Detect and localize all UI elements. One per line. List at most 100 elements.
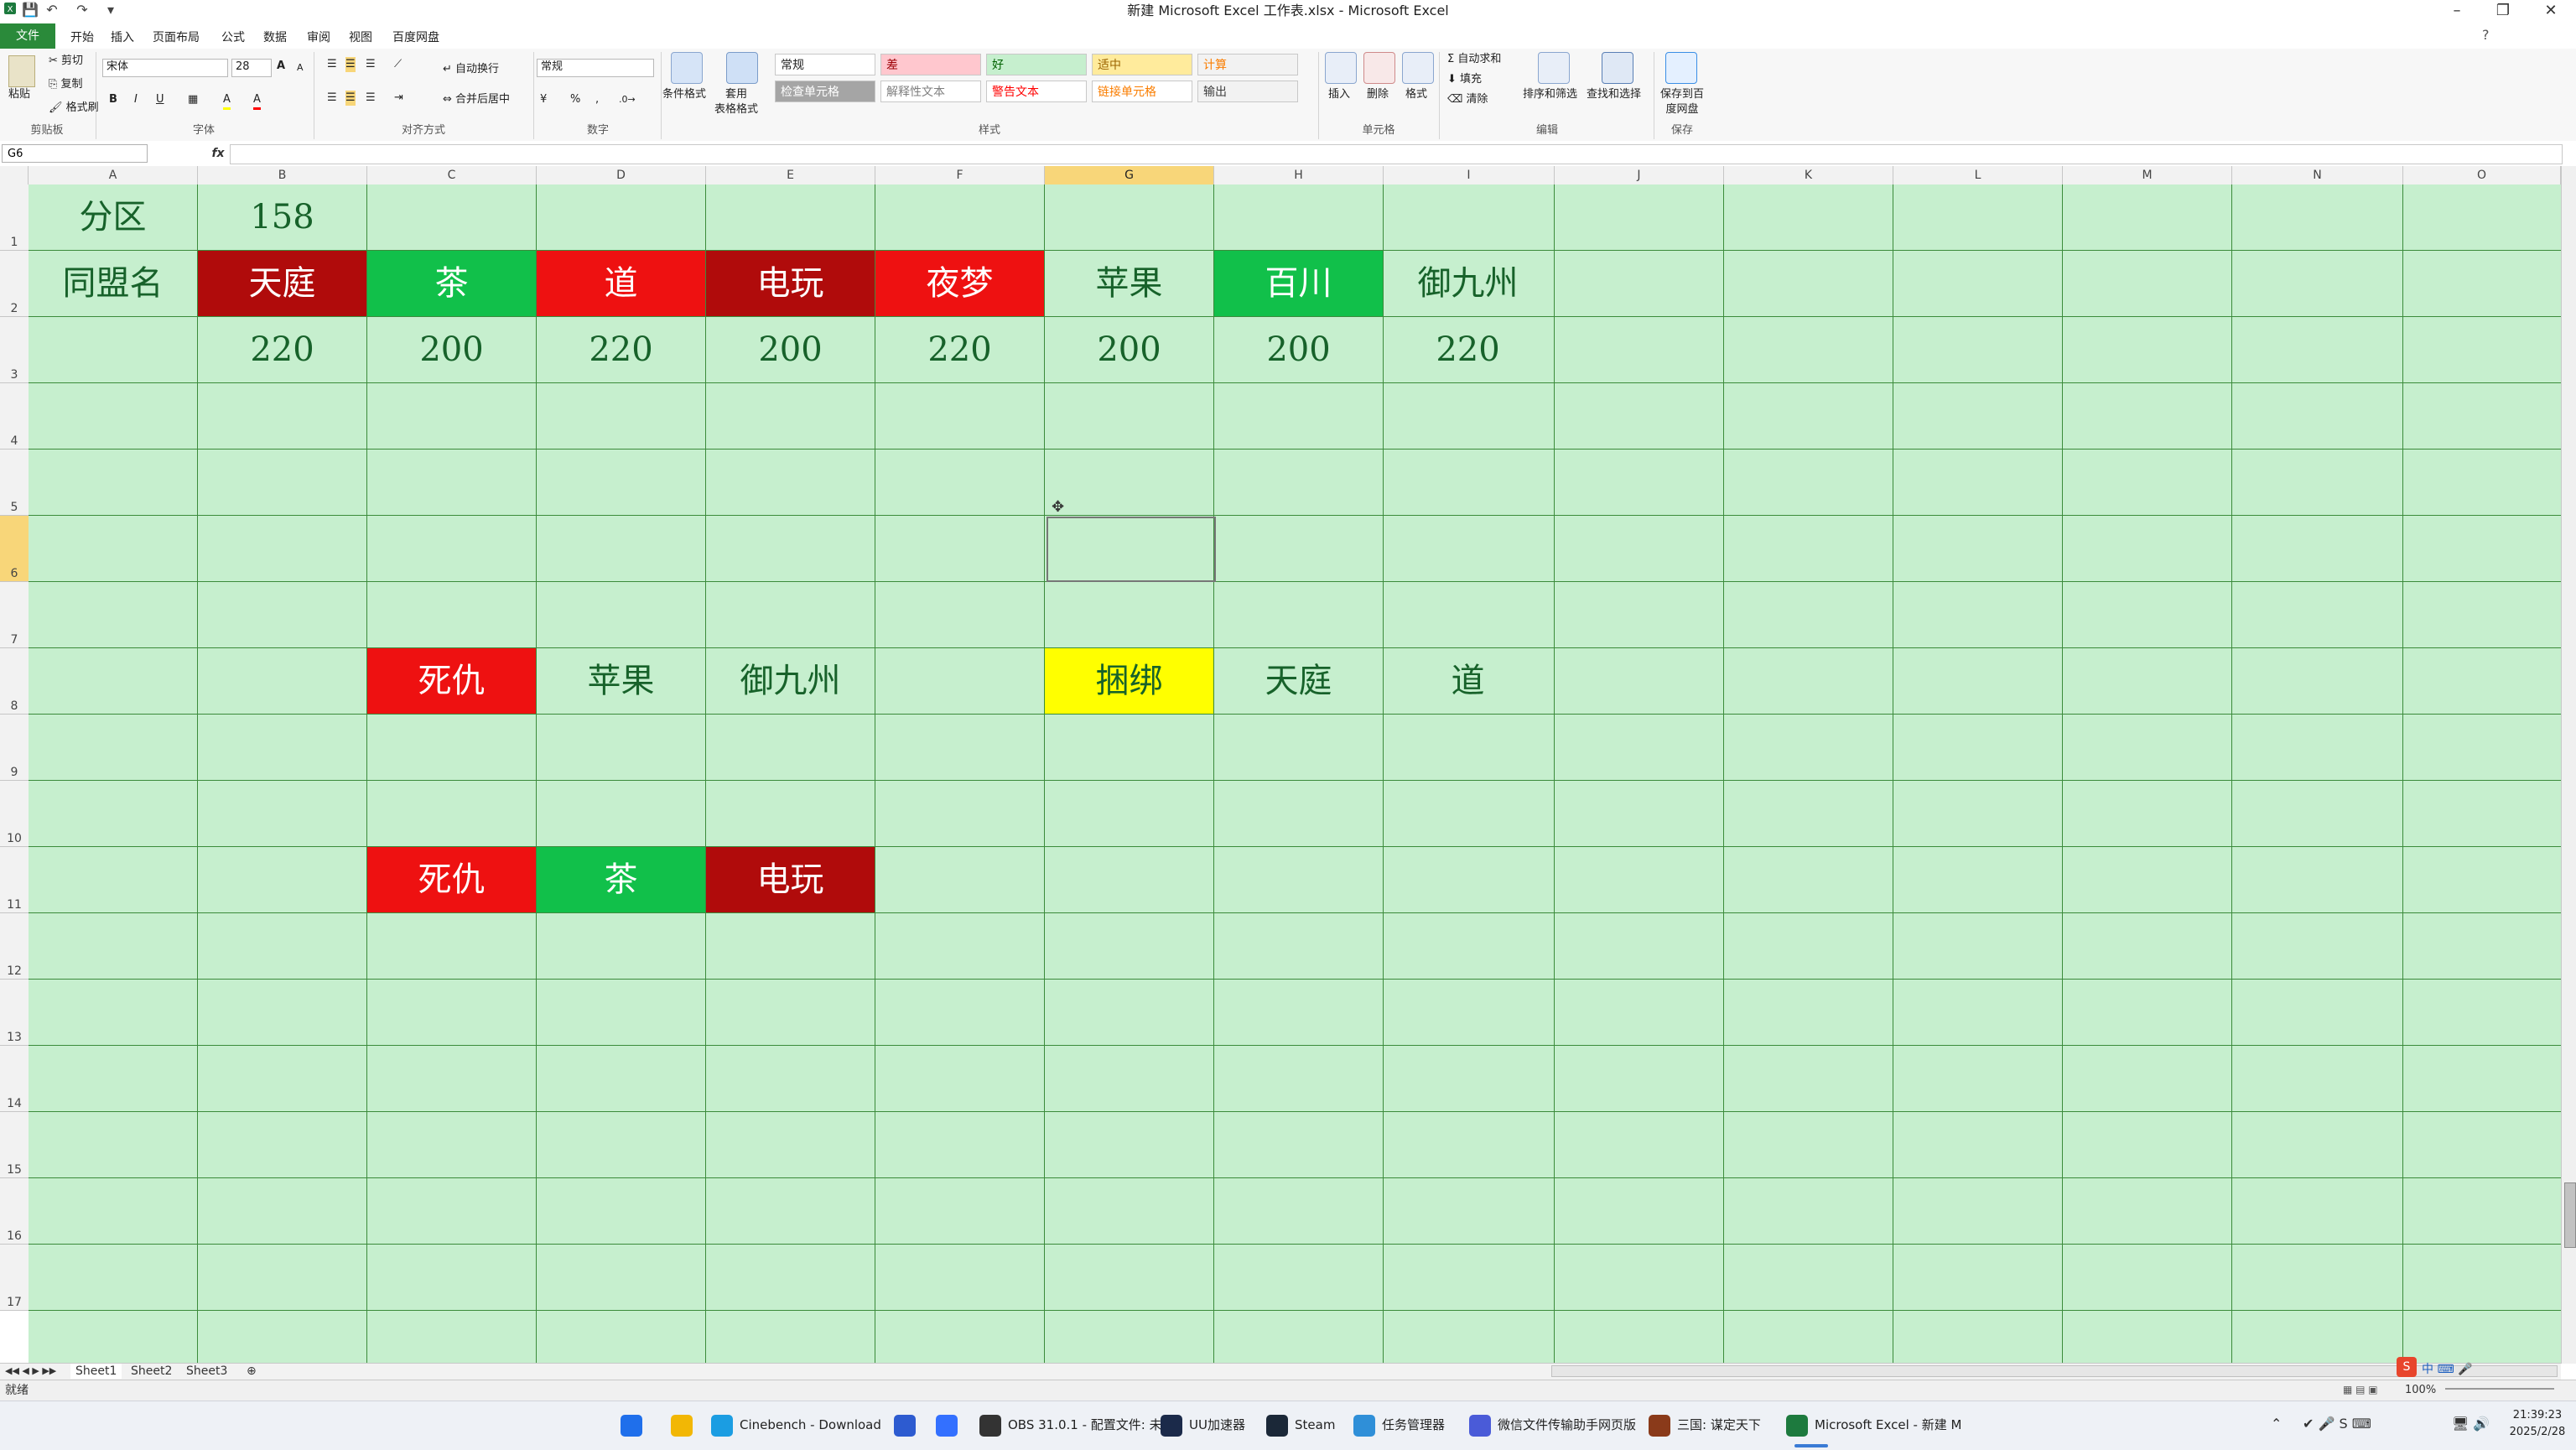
tab-home[interactable]: 开始 [70, 27, 94, 49]
cell-style-4[interactable]: 计算 [1197, 54, 1298, 75]
format-cells-icon[interactable] [1402, 52, 1434, 84]
cell-style-5[interactable]: 检查单元格 [775, 81, 875, 102]
help-icon[interactable]: ? [2482, 27, 2490, 43]
align-middle-icon[interactable]: ☰ [345, 57, 356, 72]
column-header-k[interactable]: K [1724, 166, 1893, 184]
borders-icon[interactable]: ▦ [188, 92, 198, 107]
percent-button[interactable]: % [570, 92, 580, 107]
align-center-icon[interactable]: ☰ [345, 91, 356, 106]
cell-h8[interactable]: 天庭 [1214, 648, 1383, 714]
name-box[interactable]: G6 [2, 144, 148, 163]
cell-c11[interactable]: 死仇 [367, 847, 536, 912]
tab-review[interactable]: 审阅 [307, 27, 330, 49]
row-header-7[interactable]: 7 [0, 582, 29, 648]
delete-cells-icon[interactable] [1363, 52, 1395, 84]
row-header-12[interactable]: 12 [0, 913, 29, 980]
tray-icons[interactable]: ✔ 🎤 S ⌨ [2303, 1416, 2371, 1432]
column-header-c[interactable]: C [367, 166, 537, 184]
bold-button[interactable]: B [109, 92, 117, 107]
cell-style-3[interactable]: 适中 [1092, 54, 1192, 75]
column-header-g[interactable]: G [1045, 166, 1214, 184]
cell-d2[interactable]: 道 [537, 251, 705, 316]
taskbar-item-wechat[interactable]: 微信文件传输助手网页版 [1469, 1406, 1636, 1444]
grow-font-button[interactable]: A [277, 59, 285, 74]
cell-d8[interactable]: 苹果 [537, 648, 705, 714]
format-painter-button[interactable]: 🖌 格式刷 [49, 101, 99, 116]
ime-toolbar-icons[interactable]: 中 ⌨ 🎤 [2422, 1360, 2473, 1377]
column-header-n[interactable]: N [2232, 166, 2403, 184]
taskbar-item-task-manager[interactable]: 任务管理器 [1353, 1406, 1445, 1444]
row-header-10[interactable]: 10 [0, 781, 29, 847]
column-header-e[interactable]: E [706, 166, 875, 184]
align-top-icon[interactable]: ☰ [327, 57, 337, 72]
tab-page-layout[interactable]: 页面布局 [153, 27, 200, 49]
cell-style-0[interactable]: 常规 [775, 54, 875, 75]
column-header-j[interactable]: J [1555, 166, 1724, 184]
merge-center-button[interactable]: ⇔ 合并后居中 [443, 92, 510, 107]
indent-icon[interactable]: ⇥ [394, 91, 403, 106]
tab-data[interactable]: 数据 [263, 27, 287, 49]
row-header-8[interactable]: 8 [0, 648, 29, 715]
align-left-icon[interactable]: ☰ [327, 91, 337, 106]
cell-b3[interactable]: 220 [198, 317, 366, 382]
active-cell-g6[interactable] [1046, 517, 1216, 582]
conditional-format-button[interactable]: 条件格式 [662, 87, 706, 102]
cell-e3[interactable]: 200 [706, 317, 875, 382]
currency-icon[interactable]: ¥ [540, 92, 547, 107]
cell-c2[interactable]: 茶 [367, 251, 536, 316]
network-volume-icon[interactable]: 🖥 🔊 [2452, 1416, 2490, 1432]
cell-d11[interactable]: 茶 [537, 847, 705, 912]
taskbar-item-folder[interactable] [671, 1406, 699, 1444]
comma-button[interactable]: , [595, 92, 599, 107]
clear-button[interactable]: ⌫ 清除 [1447, 92, 1488, 107]
column-header-a[interactable]: A [29, 166, 198, 184]
sheet-tab-sheet2[interactable]: Sheet2 [126, 1364, 177, 1379]
vertical-scroll-thumb[interactable] [2564, 1182, 2576, 1248]
font-size-select[interactable]: 28 [231, 59, 272, 77]
format-as-table-button[interactable]: 套用 表格格式 [714, 87, 758, 117]
cell-i8[interactable]: 道 [1384, 648, 1552, 714]
autosum-button[interactable]: Σ 自动求和 [1447, 52, 1501, 67]
clock-date[interactable]: 2025/2/28 [2507, 1424, 2568, 1441]
paste-button[interactable]: 粘贴 [8, 87, 30, 102]
font-name-select[interactable]: 宋体 [102, 59, 228, 77]
copy-button[interactable]: ⎘ 复制 [49, 77, 83, 92]
undo-icon[interactable]: ↶ [44, 2, 60, 18]
find-select-button[interactable]: 查找和选择 [1587, 87, 1641, 102]
row-header-2[interactable]: 2 [0, 251, 29, 317]
italic-button[interactable]: I [134, 92, 138, 107]
zoom-slider[interactable] [2445, 1388, 2554, 1390]
column-header-b[interactable]: B [198, 166, 367, 184]
taskbar-item-game[interactable]: 三国: 谋定天下 [1649, 1406, 1761, 1444]
column-header-m[interactable]: M [2063, 166, 2232, 184]
cell-d3[interactable]: 220 [537, 317, 705, 382]
cell-a2[interactable]: 同盟名 [29, 251, 197, 316]
sogou-ime-icon[interactable]: S [2397, 1357, 2417, 1377]
tray-overflow-icon[interactable]: ⌃ [2271, 1416, 2282, 1432]
align-bottom-icon[interactable]: ☰ [366, 57, 376, 72]
qat-customize-icon[interactable]: ▾ [102, 2, 119, 18]
format-as-table-icon[interactable] [726, 52, 758, 84]
column-header-f[interactable]: F [875, 166, 1045, 184]
format-cells-button[interactable]: 格式 [1405, 87, 1427, 102]
excel-app-icon[interactable]: X [2, 2, 18, 18]
cell-h3[interactable]: 200 [1214, 317, 1383, 382]
tab-file[interactable]: 文件 [0, 23, 55, 49]
paste-icon[interactable] [8, 55, 35, 87]
shrink-font-button[interactable]: A [297, 60, 304, 75]
select-all-corner[interactable] [0, 166, 29, 184]
cell-c8[interactable]: 死仇 [367, 648, 536, 714]
row-header-3[interactable]: 3 [0, 317, 29, 383]
cell-style-9[interactable]: 输出 [1197, 81, 1298, 102]
cell-h2[interactable]: 百川 [1214, 251, 1383, 316]
clock-time[interactable]: 21:39:23 [2507, 1407, 2568, 1424]
row-header-15[interactable]: 15 [0, 1112, 29, 1178]
row-header-16[interactable]: 16 [0, 1178, 29, 1245]
number-format-select[interactable]: 常规 [537, 59, 654, 77]
cell-e11[interactable]: 电玩 [706, 847, 875, 912]
cell-g3[interactable]: 200 [1045, 317, 1213, 382]
cell-b2[interactable]: 天庭 [198, 251, 366, 316]
taskbar-item-obs[interactable]: OBS 31.0.1 - 配置文件: 未 [979, 1406, 1162, 1444]
tab-baidu-pan[interactable]: 百度网盘 [392, 27, 439, 49]
cell-g8[interactable]: 捆绑 [1045, 648, 1213, 714]
